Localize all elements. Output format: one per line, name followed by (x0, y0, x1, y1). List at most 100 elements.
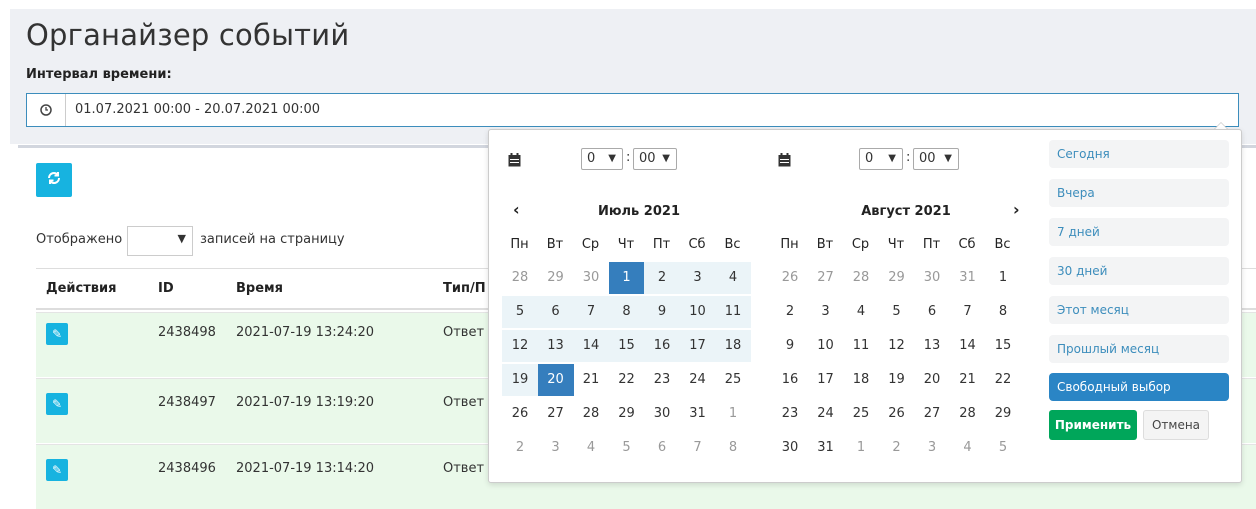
calendar-day[interactable]: 12 (879, 330, 915, 362)
calendar-day[interactable]: 16 (772, 364, 808, 396)
calendar-day[interactable]: 20 (537, 364, 574, 396)
calendar-day[interactable]: 5 (985, 432, 1021, 464)
calendar-day[interactable]: 1 (608, 262, 645, 294)
calendar-day[interactable]: 27 (914, 398, 950, 430)
calendar-day[interactable]: 21 (573, 364, 609, 396)
calendar-day[interactable]: 4 (715, 262, 751, 294)
apply-button[interactable]: Применить (1049, 410, 1137, 440)
calendar-day[interactable]: 30 (644, 398, 680, 430)
calendar-day[interactable]: 16 (644, 330, 680, 362)
calendar-day[interactable]: 24 (808, 398, 844, 430)
calendar-day[interactable]: 7 (950, 296, 986, 328)
edit-button[interactable]: ✎ (46, 393, 68, 415)
calendar-day[interactable]: 30 (914, 262, 950, 294)
refresh-button[interactable] (36, 163, 72, 197)
hour-select[interactable]: 0 ▼ (859, 148, 903, 170)
calendar-day[interactable]: 2 (644, 262, 680, 294)
calendar-day[interactable]: 4 (950, 432, 986, 464)
calendar-day[interactable]: 3 (538, 432, 574, 464)
calendar-day[interactable]: 5 (502, 296, 538, 328)
calendar-day[interactable]: 6 (914, 296, 950, 328)
calendar-day[interactable]: 23 (644, 364, 680, 396)
calendar-day[interactable]: 7 (573, 296, 609, 328)
calendar-day[interactable]: 13 (537, 330, 574, 362)
calendar-day[interactable]: 31 (680, 398, 716, 430)
calendar-day[interactable]: 28 (573, 398, 609, 430)
calendar-day[interactable]: 6 (537, 296, 574, 328)
calendar-day[interactable]: 30 (573, 262, 609, 294)
calendar-day[interactable]: 19 (879, 364, 915, 396)
calendar-day[interactable]: 27 (808, 262, 844, 294)
minute-select[interactable]: 00 ▼ (913, 148, 959, 170)
calendar-day[interactable]: 14 (950, 330, 986, 362)
calendar-day[interactable]: 27 (538, 398, 574, 430)
calendar-day[interactable]: 14 (573, 330, 609, 362)
prev-month-button[interactable]: ‹ (513, 200, 520, 219)
hour-select[interactable]: 0 ▼ (581, 148, 623, 170)
calendar-day[interactable]: 31 (808, 432, 844, 464)
calendar-day[interactable]: 3 (914, 432, 950, 464)
calendar-day[interactable]: 21 (950, 364, 986, 396)
calendar-day[interactable]: 22 (609, 364, 645, 396)
edit-button[interactable]: ✎ (46, 459, 68, 481)
calendar-day[interactable]: 2 (879, 432, 915, 464)
header-type[interactable]: Тип/П (443, 268, 486, 310)
calendar-day[interactable]: 25 (715, 364, 751, 396)
header-actions[interactable]: Действия (46, 268, 116, 310)
header-id[interactable]: ID (158, 268, 174, 310)
calendar-day[interactable]: 26 (772, 262, 808, 294)
calendar-day[interactable]: 6 (644, 432, 680, 464)
calendar-day[interactable]: 7 (680, 432, 716, 464)
range-30-days[interactable]: 30 дней (1049, 257, 1229, 285)
calendar-day[interactable]: 15 (985, 330, 1021, 362)
calendar-day[interactable]: 25 (843, 398, 879, 430)
per-page-select[interactable]: ▼ (127, 226, 193, 256)
calendar-day[interactable]: 1 (843, 432, 879, 464)
calendar-day[interactable]: 4 (843, 296, 879, 328)
calendar-day[interactable]: 2 (772, 296, 808, 328)
calendar-day[interactable]: 13 (914, 330, 950, 362)
calendar-day[interactable]: 12 (502, 330, 538, 362)
calendar-day[interactable]: 18 (715, 330, 751, 362)
calendar-day[interactable]: 22 (985, 364, 1021, 396)
range-yesterday[interactable]: Вчера (1049, 179, 1229, 207)
calendar-day[interactable]: 8 (985, 296, 1021, 328)
calendar-day[interactable]: 10 (679, 296, 716, 328)
next-month-button[interactable]: › (1013, 200, 1020, 219)
range-today[interactable]: Сегодня (1049, 140, 1229, 168)
range-last-month[interactable]: Прошлый месяц (1049, 335, 1229, 363)
calendar-day[interactable]: 17 (679, 330, 716, 362)
calendar-day[interactable]: 20 (914, 364, 950, 396)
calendar-day[interactable]: 29 (538, 262, 574, 294)
range-custom[interactable]: Свободный выбор (1049, 373, 1229, 401)
calendar-day[interactable]: 19 (502, 364, 538, 396)
calendar-day[interactable]: 3 (808, 296, 844, 328)
calendar-day[interactable]: 26 (502, 398, 538, 430)
calendar-day[interactable]: 1 (715, 398, 751, 430)
calendar-day[interactable]: 28 (950, 398, 986, 430)
calendar-day[interactable]: 29 (985, 398, 1021, 430)
calendar-day[interactable]: 11 (715, 296, 751, 328)
calendar-day[interactable]: 1 (985, 262, 1021, 294)
header-time[interactable]: Время (236, 268, 283, 310)
calendar-day[interactable]: 8 (608, 296, 645, 328)
range-7-days[interactable]: 7 дней (1049, 218, 1229, 246)
edit-button[interactable]: ✎ (46, 323, 68, 345)
calendar-day[interactable]: 10 (808, 330, 844, 362)
calendar-day[interactable]: 28 (502, 262, 538, 294)
calendar-day[interactable]: 29 (879, 262, 915, 294)
calendar-day[interactable]: 9 (772, 330, 808, 362)
calendar-day[interactable]: 18 (843, 364, 879, 396)
calendar-day[interactable]: 17 (808, 364, 844, 396)
calendar-day[interactable]: 9 (644, 296, 680, 328)
calendar-day[interactable]: 26 (879, 398, 915, 430)
calendar-day[interactable]: 29 (609, 398, 645, 430)
cancel-button[interactable]: Отмена (1143, 410, 1209, 440)
calendar-day[interactable]: 5 (609, 432, 645, 464)
minute-select[interactable]: 00 ▼ (633, 148, 677, 170)
calendar-day[interactable]: 8 (715, 432, 751, 464)
calendar-day[interactable]: 24 (680, 364, 716, 396)
calendar-day[interactable]: 4 (573, 432, 609, 464)
calendar-day[interactable]: 3 (679, 262, 716, 294)
date-range-field[interactable]: 01.07.2021 00:00 - 20.07.2021 00:00 (26, 93, 1239, 127)
